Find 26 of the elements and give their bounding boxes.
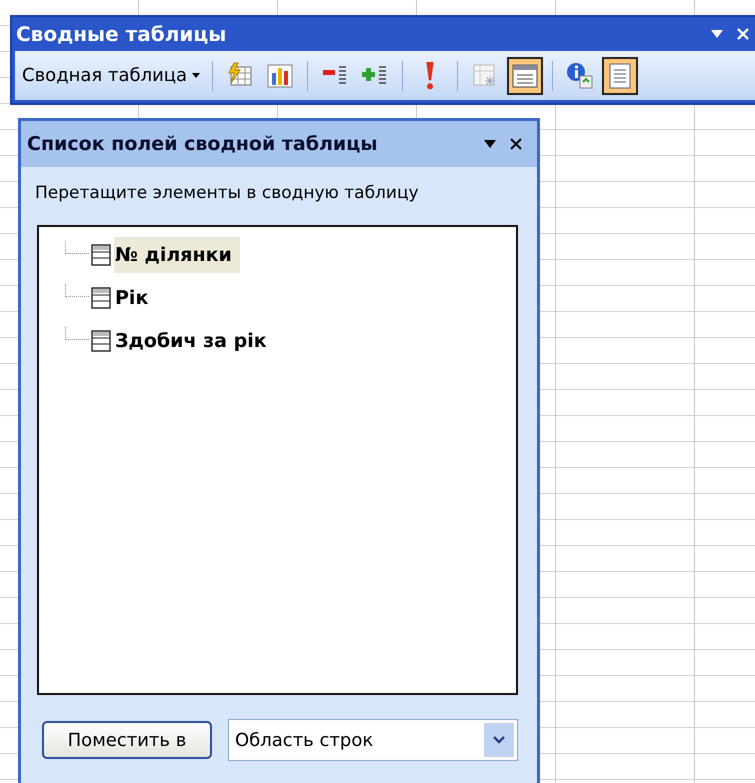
window-title: Сводные таблицы xyxy=(16,22,226,46)
caret-icon xyxy=(192,73,200,78)
pivot-table-menu[interactable]: Сводная таблица xyxy=(19,65,204,86)
tree-line xyxy=(65,284,89,297)
field-icon xyxy=(91,244,111,266)
toolbar-button[interactable] xyxy=(507,56,544,94)
dropdown-triangle-icon xyxy=(710,29,724,39)
tree-line xyxy=(65,327,89,340)
dropdown-arrow-button[interactable] xyxy=(484,723,514,757)
field-item[interactable]: Здобич за рік xyxy=(114,322,275,358)
close-icon xyxy=(509,137,523,151)
toolbar-button[interactable] xyxy=(602,56,638,94)
field-item[interactable]: Рік xyxy=(114,280,156,316)
field-icon xyxy=(91,286,111,308)
add-to-button[interactable]: Поместить в xyxy=(42,721,212,759)
tree-line xyxy=(65,241,89,254)
area-dropdown[interactable]: Область строк xyxy=(228,719,518,761)
exclamation-icon xyxy=(426,62,434,90)
instruction-text: Перетащите элементы в сводную таблицу xyxy=(34,182,420,205)
chevron-down-icon xyxy=(493,736,505,744)
pane-title: Список полей сводной таблицы xyxy=(27,133,378,155)
info-icon xyxy=(565,60,596,90)
field-item[interactable]: № ділянки xyxy=(114,236,240,272)
close-icon xyxy=(736,27,750,41)
dropdown-triangle-icon xyxy=(483,139,497,149)
field-icon xyxy=(91,330,111,352)
